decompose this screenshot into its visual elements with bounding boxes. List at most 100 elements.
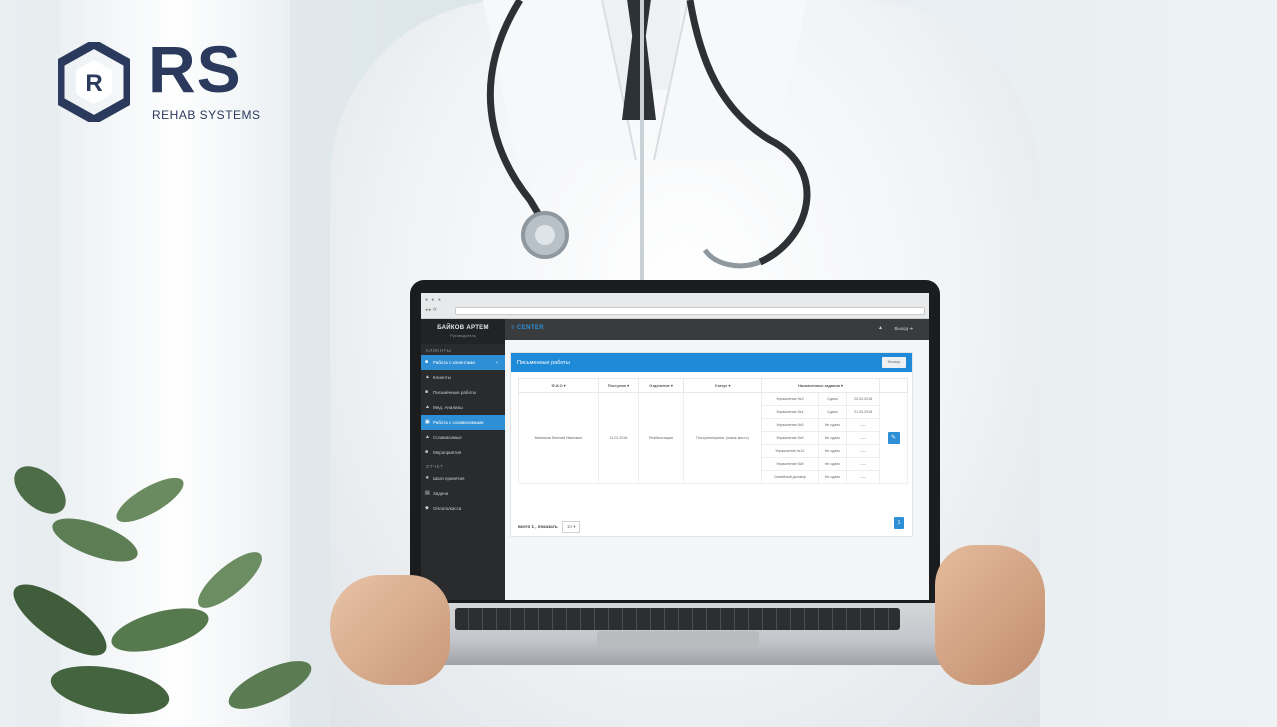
task-state: Не сдано xyxy=(817,431,848,445)
user-icon: ▲ xyxy=(425,374,430,380)
laptop-screen: ● ● ● ◂ ▸ ⟳ БАЙКОВ АРТЕМ Руководитель КЛ… xyxy=(421,293,929,600)
top-bar: ≡ CENTER ▲ Выход ➜ xyxy=(505,319,929,340)
logout-button[interactable]: Выход ➜ xyxy=(895,326,914,332)
sidebar-item-codependents-work[interactable]: ▣ Работа с созависимыми xyxy=(421,415,505,430)
rehab-systems-logo: R RS REHAB SYSTEMS xyxy=(58,36,268,132)
task-date: ----- xyxy=(846,470,880,484)
task-date: 21.03.2018 xyxy=(846,405,880,419)
per-page-select[interactable]: 10 ▾ xyxy=(561,521,581,533)
pagination-summary: всего 1 , показать 10 ▾ xyxy=(518,521,581,533)
task-date: ----- xyxy=(846,418,880,432)
cell-actions: ✎ xyxy=(879,392,908,484)
sidebar-item-label: Задачи xyxy=(433,491,449,496)
filter-button[interactable]: Фильтр xyxy=(882,357,906,368)
task-state: Не сдано xyxy=(817,444,848,458)
task-name: Упражнение №5 xyxy=(761,418,819,432)
written-works-card: Письменные работы Фильтр Ф.И.О ▾ Поступи… xyxy=(510,352,913,537)
folder-icon: ▣ xyxy=(425,419,430,425)
file-icon: ■ xyxy=(425,389,429,395)
task-name: Упражнение №8 xyxy=(761,457,819,471)
logout-label: Выход xyxy=(894,326,908,331)
task-state: Не сдано xyxy=(817,418,848,432)
total-text: всего 1 , показать xyxy=(518,524,558,529)
table-header-row: Ф.И.О ▾ Поступил ▾ Отделение ▾ Статус ▾ … xyxy=(518,378,908,393)
sidebar-section-clients: КЛИЕНТЫ xyxy=(426,348,452,353)
task-date: ----- xyxy=(846,431,880,445)
task-date: ----- xyxy=(846,457,880,471)
task-state: Не сдано xyxy=(817,470,848,484)
sidebar-item-written-works[interactable]: ■ Письменные работы xyxy=(421,385,505,400)
sidebar-item-payments[interactable]: ◆ Оплата/касса xyxy=(421,501,505,516)
app-brand[interactable]: ≡ CENTER xyxy=(511,325,544,331)
col-tasks[interactable]: Назначенные задания ▾ xyxy=(761,378,880,393)
col-admitted[interactable]: Поступил ▾ xyxy=(598,378,639,393)
sidebar-item-label: Клиенты xyxy=(433,375,452,380)
sidebar: БАЙКОВ АРТЕМ Руководитель КЛИЕНТЫ ■ Рабо… xyxy=(421,319,505,600)
calendar-icon: ■ xyxy=(425,449,429,455)
star-icon: ★ xyxy=(425,475,430,481)
logo-wordmark: RS xyxy=(148,32,242,106)
browser-chrome: ● ● ● ◂ ▸ ⟳ xyxy=(421,293,929,319)
col-actions xyxy=(879,378,908,393)
sidebar-item-client-work[interactable]: ■ Работа с клиентами ⌄ xyxy=(421,355,505,370)
laptop-keyboard xyxy=(455,608,900,630)
task-name: Упражнение №6 xyxy=(761,431,819,445)
task-state: Не сдано xyxy=(817,457,848,471)
cell-status: Поступил/принят (новое место) xyxy=(683,392,762,484)
brand-label: CENTER xyxy=(516,325,545,331)
sidebar-item-med-tests[interactable]: ▲ Мед. Анализы xyxy=(421,400,505,415)
window-controls-icon: ● ● ● xyxy=(425,297,442,303)
address-bar[interactable] xyxy=(455,307,925,315)
task-name: Семейный договор xyxy=(761,470,819,484)
user-panel: БАЙКОВ АРТЕМ Руководитель xyxy=(421,319,505,344)
logo-letter: R xyxy=(85,70,102,97)
main-content: Письменные работы Фильтр Ф.И.О ▾ Поступи… xyxy=(505,340,929,600)
card-title: Письменные работы xyxy=(517,360,570,366)
users-icon: ■ xyxy=(425,359,429,365)
bell-icon[interactable]: ▲ xyxy=(878,325,883,331)
browser-nav-icon[interactable]: ◂ ▸ ⟳ xyxy=(425,307,437,313)
user-name: БАЙКОВ АРТЕМ xyxy=(437,325,489,331)
cell-department: Реабилитация xyxy=(638,392,684,484)
task-state: Сдано xyxy=(817,405,848,419)
sidebar-item-label: Мероприятия xyxy=(433,450,462,455)
chevron-down-icon: ⌄ xyxy=(494,359,499,365)
cell-admitted: 11.01.2018 xyxy=(598,392,639,484)
task-name: Упражнение №3 xyxy=(761,392,819,406)
col-department[interactable]: Отделение ▾ xyxy=(638,378,684,393)
user-icon: ▲ xyxy=(425,404,430,410)
money-icon: ◆ xyxy=(425,505,429,511)
task-date: ----- xyxy=(846,444,880,458)
sidebar-item-events[interactable]: ■ Мероприятия xyxy=(421,445,505,460)
sidebar-item-codependents[interactable]: ▲ Созависимые xyxy=(421,430,505,445)
col-name[interactable]: Ф.И.О ▾ xyxy=(518,378,599,393)
sidebar-item-label: Шаги принятия xyxy=(433,476,465,481)
logo-tagline: REHAB SYSTEMS xyxy=(152,108,261,122)
left-hand xyxy=(330,575,450,685)
card-header: Письменные работы Фильтр xyxy=(511,353,912,372)
sidebar-item-steps[interactable]: ★ Шаги принятия xyxy=(421,471,505,486)
user-icon: ▲ xyxy=(425,434,430,440)
sidebar-section-report: ОТЧЕТ xyxy=(426,464,444,469)
photo-scene: R RS REHAB SYSTEMS ● ● ● ◂ ▸ ⟳ БАЙКОВ АР… xyxy=(0,0,1277,727)
works-table: Ф.И.О ▾ Поступил ▾ Отделение ▾ Статус ▾ … xyxy=(518,378,908,484)
sidebar-item-clients[interactable]: ▲ Клиенты xyxy=(421,370,505,385)
list-icon: ▤ xyxy=(425,490,430,496)
task-name: Упражнение №4 xyxy=(761,405,819,419)
sidebar-item-label: Мед. Анализы xyxy=(433,405,463,410)
sidebar-item-label: Оплата/касса xyxy=(433,506,462,511)
table-body: Ванников Евгений Иванович 11.01.2018 Реаби… xyxy=(518,392,908,484)
sidebar-item-label: Созависимые xyxy=(433,435,462,440)
user-role: Руководитель xyxy=(450,333,476,338)
sidebar-item-tasks[interactable]: ▤ Задачи xyxy=(421,486,505,501)
page-1-button[interactable]: 1 xyxy=(894,517,904,529)
col-status[interactable]: Статус ▾ xyxy=(683,378,762,393)
task-name: Упражнение №12 xyxy=(761,444,819,458)
sidebar-item-label: Работа с созависимыми xyxy=(433,420,484,425)
task-state: Сдано xyxy=(817,392,848,406)
cell-name: Ванников Евгений Иванович xyxy=(518,392,599,484)
edit-icon[interactable]: ✎ xyxy=(887,432,900,444)
table-row: Ванников Евгений Иванович 11.01.2018 Реаби… xyxy=(518,392,908,484)
plant-leaves xyxy=(13,466,312,715)
task-date: 20.03.2018 xyxy=(846,392,880,406)
